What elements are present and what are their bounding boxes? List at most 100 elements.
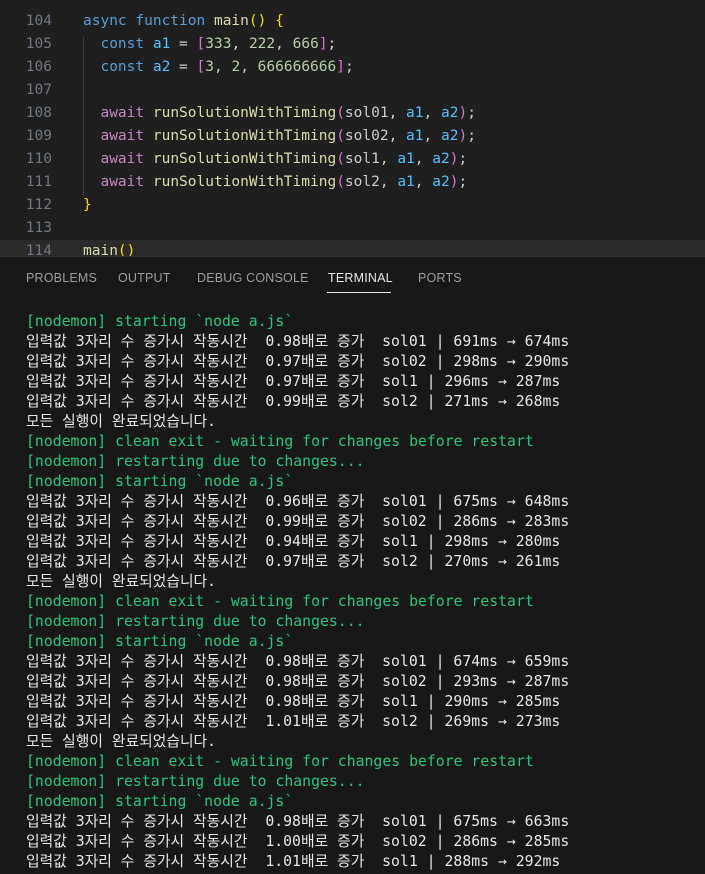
tab-debug-console[interactable]: DEBUG CONSOLE [197,271,309,285]
code-token: main [83,243,118,256]
nodemon-log-line: [nodemon] restarting due to changes... [26,453,365,470]
nodemon-log-line: [nodemon] starting `node a.js` [26,793,294,810]
code-line[interactable]: 108 await runSolutionWithTiming(sol01, a… [0,102,705,125]
terminal-output-line: 입력값 3자리 수 증가시 작동시간 0.96배로 증가 sol01 | 675… [26,493,570,510]
nodemon-log-line: [nodemon] starting `node a.js` [26,633,294,650]
line-number: 114 [25,243,52,256]
code-line[interactable]: 114 main() [0,240,705,256]
terminal-output-line: 입력값 3자리 수 증가시 작동시간 0.98배로 증가 sol01 | 675… [26,813,570,830]
code-line[interactable]: 111 await runSolutionWithTiming(sol2, a1… [0,171,705,194]
tab-terminal[interactable]: TERMINAL [328,271,393,285]
code-token: 333 [205,36,232,52]
code-token: , [388,105,407,121]
code-token: a1 [406,105,424,121]
code-token: ) [458,105,468,121]
code-token: 222 [248,36,276,52]
terminal-output-line: 입력값 3자리 수 증가시 작동시간 0.98배로 증가 sol1 | 290m… [26,693,561,710]
tab-ports[interactable]: PORTS [418,271,462,285]
code-token: { [275,13,284,29]
code-line[interactable]: 104 async function main() { [0,10,705,33]
code-text: const a1 = [333, 222, 666]; [83,33,336,56]
code-token: , [423,128,441,144]
terminal-output-line: 입력값 3자리 수 증가시 작동시간 1.01배로 증가 sol1 | 288m… [26,853,561,870]
code-token: a2 [152,59,171,75]
code-text: main() [83,240,135,256]
code-token: , [388,128,407,144]
code-token: ; [458,174,468,190]
line-number: 109 [25,128,52,144]
code-text: } [83,194,92,217]
code-line[interactable]: 106 const a2 = [3, 2, 666666666]; [0,56,705,79]
code-token: } [83,197,92,213]
line-number: 113 [25,220,52,236]
terminal-output[interactable]: [nodemon] starting `node a.js` 입력값 3자리 수 … [0,301,705,874]
terminal-output-line: 입력값 3자리 수 증가시 작동시간 0.98배로 증가 sol01 | 674… [26,653,570,670]
code-token: ; [327,36,337,52]
terminal-output-line: 입력값 3자리 수 증가시 작동시간 1.01배로 증가 sol2 | 269m… [26,713,561,730]
terminal-output-line: 입력값 3자리 수 증가시 작동시간 0.99배로 증가 sol02 | 286… [26,513,570,530]
code-editor[interactable]: 104 async function main() {105 const a1 =… [0,0,705,256]
terminal-output-line: 입력값 3자리 수 증가시 작동시간 0.99배로 증가 sol2 | 271m… [26,393,561,410]
nodemon-log-line: [nodemon] starting `node a.js` [26,313,294,330]
code-text: await runSolutionWithTiming(sol01, a1, a… [83,102,475,125]
line-number: 112 [25,197,52,213]
terminal-output-line: 입력값 3자리 수 증가시 작동시간 0.98배로 증가 sol02 | 293… [26,673,570,690]
code-token: runSolutionWithTiming [152,174,337,190]
code-text: async function main() { [83,10,284,33]
code-token: await [100,174,153,190]
code-token: , [414,174,433,190]
code-line[interactable]: 113 [0,217,705,240]
line-number: 110 [25,151,52,167]
code-token: ; [344,59,354,75]
code-token: runSolutionWithTiming [152,105,337,121]
code-token: , [379,174,398,190]
code-token: main [213,13,249,29]
line-number: 104 [25,13,52,29]
terminal-output-line: 입력값 3자리 수 증가시 작동시간 1.00배로 증가 sol02 | 286… [26,833,570,850]
line-number: 107 [25,82,52,98]
active-tab-indicator [327,292,391,293]
terminal-output-line: 모든 실행이 완료되었습니다. [26,573,217,590]
code-token: await [100,151,153,167]
tab-problems[interactable]: PROBLEMS [26,271,97,285]
code-token: , [423,105,441,121]
code-token: , [214,59,232,75]
line-number: 106 [25,59,52,75]
code-token: ) [458,128,468,144]
line-number: 108 [25,105,52,121]
code-token: , [240,59,258,75]
terminal-output-line: 입력값 3자리 수 증가시 작동시간 0.98배로 증가 sol01 | 691… [26,333,570,350]
code-token: a2 [432,151,450,167]
nodemon-log-line: [nodemon] clean exit - waiting for chang… [26,433,534,450]
code-line[interactable]: 109 await runSolutionWithTiming(sol02, a… [0,125,705,148]
tab-output[interactable]: OUTPUT [118,271,171,285]
code-token: await [100,105,153,121]
nodemon-log-line: [nodemon] restarting due to changes... [26,773,365,790]
code-token: () [117,243,136,256]
code-token: [ [196,36,206,52]
code-token: a1 [397,151,415,167]
code-token: ( [336,174,345,190]
line-number: 111 [25,174,52,190]
terminal-output-line: 모든 실행이 완료되었습니다. [26,733,217,750]
code-token: const [100,59,153,75]
code-text: await runSolutionWithTiming(sol1, a1, a2… [83,148,467,171]
terminal-output-line: 입력값 3자리 수 증가시 작동시간 0.94배로 증가 sol1 | 298m… [26,533,561,550]
code-token: 2 [231,59,241,75]
code-line[interactable]: 105 const a1 = [333, 222, 666]; [0,33,705,56]
code-line[interactable]: 110 await runSolutionWithTiming(sol1, a1… [0,148,705,171]
code-token: a1 [406,128,424,144]
code-line[interactable]: 107 [0,79,705,102]
code-text: const a2 = [3, 2, 666666666]; [83,56,354,79]
terminal-output-line: 입력값 3자리 수 증가시 작동시간 0.97배로 증가 sol1 | 296m… [26,373,561,390]
terminal-output-line: 모든 실행이 완료되었습니다. [26,413,217,430]
code-token: sol01 [344,105,389,121]
code-token: a2 [432,174,450,190]
nodemon-log-line: [nodemon] clean exit - waiting for chang… [26,593,534,610]
code-token: function [135,13,214,29]
code-token: const [100,36,153,52]
code-line[interactable]: 112} [0,194,705,217]
